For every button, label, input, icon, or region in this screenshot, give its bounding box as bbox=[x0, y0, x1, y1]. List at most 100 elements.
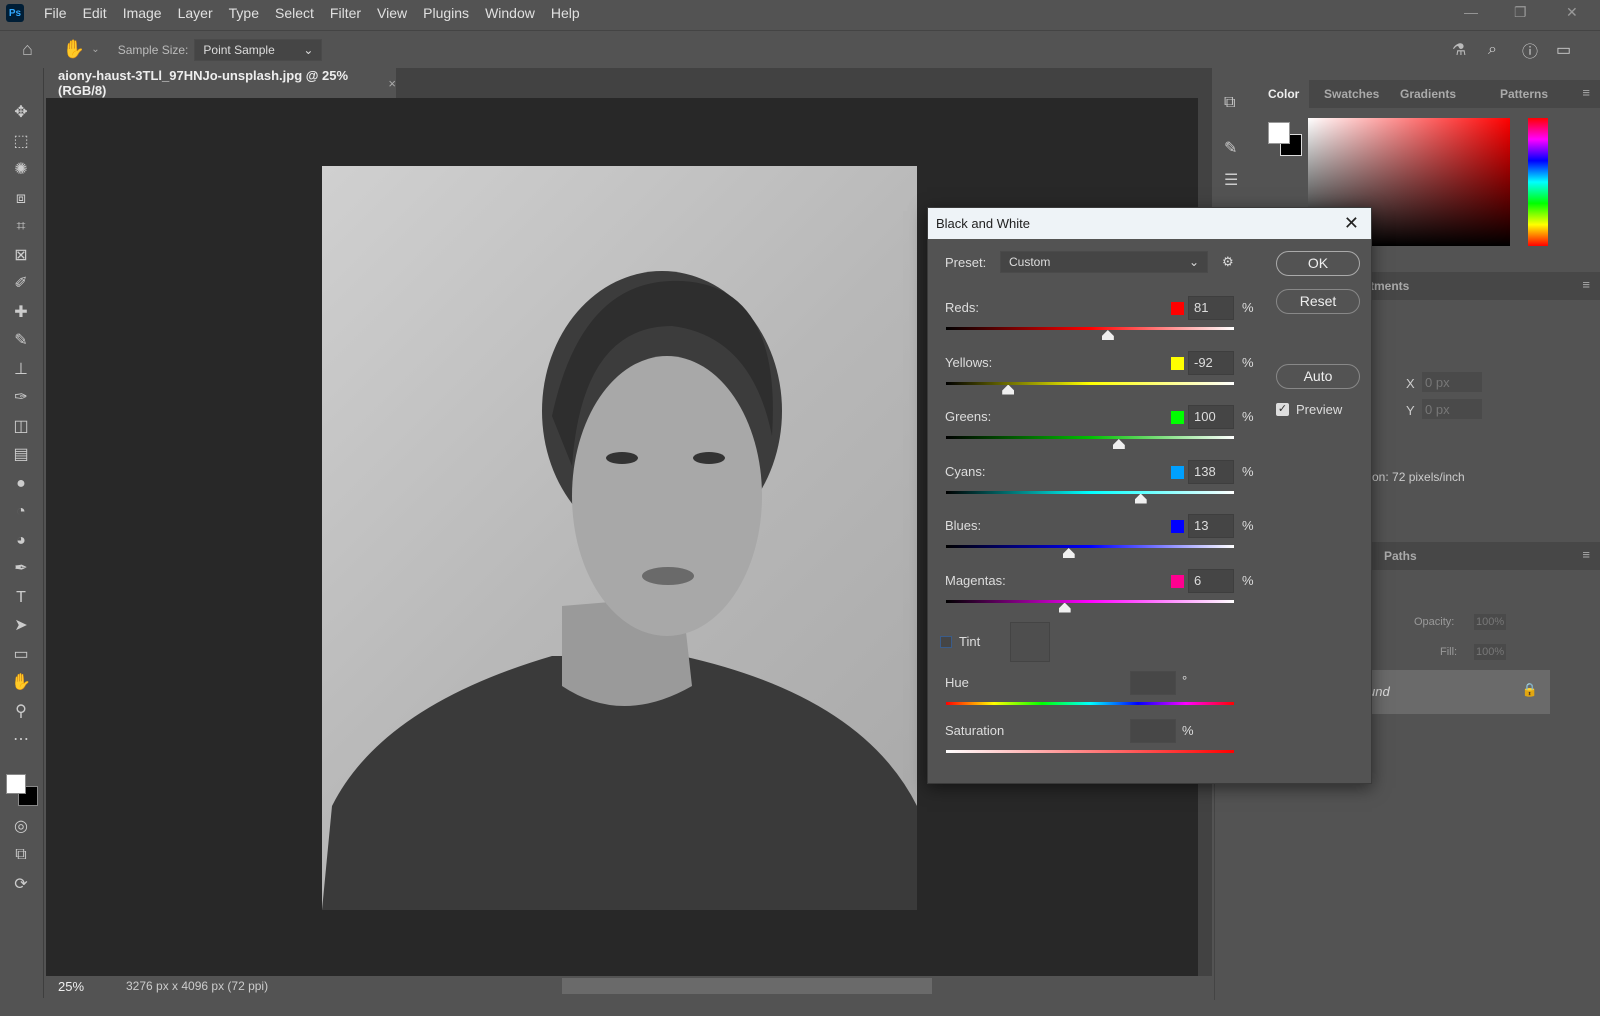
hue-slider[interactable] bbox=[1528, 118, 1548, 246]
flask-icon[interactable]: ⚗ bbox=[1452, 40, 1466, 60]
close-tab-icon[interactable]: × bbox=[388, 76, 396, 91]
tab-swatches[interactable]: Swatches bbox=[1314, 80, 1389, 108]
object-select-tool-icon[interactable]: ⧈ bbox=[10, 188, 32, 210]
magentas-value-field[interactable]: 6 bbox=[1188, 568, 1234, 593]
cyans-slider-track[interactable] bbox=[946, 490, 1234, 494]
dodge-tool-icon[interactable]: ◔ bbox=[10, 501, 32, 523]
gradient-tool-icon[interactable]: ▤ bbox=[10, 444, 32, 466]
tab-paths[interactable]: Paths bbox=[1384, 549, 1417, 563]
marquee-tool-icon[interactable]: ⬚ bbox=[10, 131, 32, 153]
smudge-tool-icon[interactable]: ◕ bbox=[10, 530, 32, 552]
rectangle-tool-icon[interactable]: ▭ bbox=[10, 644, 32, 666]
panel-menu-icon[interactable]: ≡ bbox=[1582, 547, 1590, 562]
blur-tool-icon[interactable]: ● bbox=[10, 473, 32, 495]
reds-value-field[interactable]: 81 bbox=[1188, 296, 1234, 320]
menu-plugins[interactable]: Plugins bbox=[415, 5, 477, 21]
search-icon[interactable]: ⌕ bbox=[1488, 41, 1497, 59]
crop-tool-icon[interactable]: ⌗ bbox=[10, 216, 32, 238]
layer-row[interactable]: und 🔒 bbox=[1358, 670, 1550, 714]
menu-select[interactable]: Select bbox=[267, 5, 322, 21]
share-icon[interactable]: ⟳ bbox=[10, 874, 32, 896]
restore-button[interactable]: ❐ bbox=[1514, 4, 1527, 21]
reset-button[interactable]: Reset bbox=[1276, 289, 1360, 314]
preset-select[interactable]: Custom ⌄ bbox=[1000, 251, 1208, 273]
document-image[interactable] bbox=[322, 166, 917, 910]
menu-filter[interactable]: Filter bbox=[322, 5, 369, 21]
eraser-tool-icon[interactable]: ◫ bbox=[10, 416, 32, 438]
magentas-slider-track[interactable] bbox=[946, 599, 1234, 603]
opacity-field[interactable]: 100% bbox=[1474, 614, 1507, 630]
foreground-color-swatch[interactable] bbox=[1268, 122, 1290, 144]
type-tool-icon[interactable]: T bbox=[10, 587, 32, 609]
document-tab[interactable]: aiony-haust-3TLl_97HNJo-unsplash.jpg @ 2… bbox=[46, 68, 396, 98]
yellows-slider-thumb[interactable] bbox=[1002, 384, 1015, 395]
tint-color-swatch[interactable] bbox=[1010, 622, 1050, 662]
lock-icon[interactable]: 🔒 bbox=[1522, 682, 1538, 698]
fill-field[interactable]: 100% bbox=[1474, 644, 1507, 660]
menu-type[interactable]: Type bbox=[221, 5, 267, 21]
yellows-slider-track[interactable] bbox=[946, 381, 1234, 385]
stamp-tool-icon[interactable]: ⊥ bbox=[10, 359, 32, 381]
blues-value-field[interactable]: 13 bbox=[1188, 514, 1234, 538]
help-icon[interactable]: ⓘ bbox=[1522, 38, 1538, 62]
adjust-icon[interactable]: ☰ bbox=[1224, 170, 1238, 190]
yellows-value-field[interactable]: -92 bbox=[1188, 350, 1234, 375]
tab-adjustments[interactable]: tments bbox=[1370, 279, 1409, 293]
reds-slider-track[interactable] bbox=[946, 327, 1234, 330]
menu-layer[interactable]: Layer bbox=[170, 5, 221, 21]
reds-slider-thumb[interactable] bbox=[1101, 330, 1114, 340]
menu-window[interactable]: Window bbox=[477, 5, 543, 21]
horizontal-scrollbar-thumb[interactable] bbox=[562, 978, 932, 994]
more-tool-icon[interactable]: ⋯ bbox=[10, 729, 32, 751]
hand-tool-icon[interactable]: ✋ bbox=[63, 39, 85, 60]
greens-value-field[interactable]: 100 bbox=[1188, 405, 1234, 429]
menu-image[interactable]: Image bbox=[115, 5, 170, 21]
screen-mode-icon[interactable]: ⧉ bbox=[10, 844, 32, 866]
blues-slider-track[interactable] bbox=[946, 545, 1234, 548]
sample-size-select[interactable]: Point Sample ⌄ bbox=[194, 38, 323, 61]
frame-tool-icon[interactable]: ⊠ bbox=[10, 245, 32, 267]
menu-help[interactable]: Help bbox=[543, 5, 588, 21]
blues-slider-thumb[interactable] bbox=[1062, 548, 1075, 558]
x-field[interactable]: 0 px bbox=[1422, 372, 1482, 392]
workspace-icon[interactable]: ▭ bbox=[1556, 40, 1571, 60]
hand-tool-icon[interactable]: ✋ bbox=[10, 672, 32, 694]
greens-slider-track[interactable] bbox=[946, 436, 1234, 439]
eyedropper-tool-icon[interactable]: ✐ bbox=[10, 273, 32, 295]
menu-view[interactable]: View bbox=[369, 5, 415, 21]
zoom-tool-icon[interactable]: ⚲ bbox=[10, 701, 32, 723]
gear-icon[interactable]: ⚙ bbox=[1222, 254, 1234, 270]
preview-checkbox[interactable]: ✓ bbox=[1276, 403, 1289, 416]
pen-tool-icon[interactable]: ✒ bbox=[10, 558, 32, 580]
y-field[interactable]: 0 px bbox=[1422, 399, 1482, 419]
close-window-button[interactable]: ✕ bbox=[1566, 4, 1578, 21]
tab-gradients[interactable]: Gradients bbox=[1390, 80, 1466, 108]
menu-edit[interactable]: Edit bbox=[75, 5, 115, 21]
magentas-slider-thumb[interactable] bbox=[1058, 602, 1071, 613]
history-icon[interactable]: ⧉ bbox=[1224, 94, 1235, 112]
home-icon[interactable]: ⌂ bbox=[22, 39, 33, 60]
quick-select-tool-icon[interactable]: ✺ bbox=[10, 159, 32, 181]
zoom-level[interactable]: 25% bbox=[58, 979, 84, 994]
chevron-down-icon[interactable]: ⌄ bbox=[91, 44, 99, 55]
cyans-value-field[interactable]: 138 bbox=[1188, 459, 1234, 484]
history-brush-tool-icon[interactable]: ✑ bbox=[10, 387, 32, 409]
ok-button[interactable]: OK bbox=[1276, 251, 1360, 276]
minimize-button[interactable]: — bbox=[1464, 4, 1478, 20]
cyans-slider-thumb[interactable] bbox=[1134, 493, 1147, 504]
quick-mask-icon[interactable]: ◎ bbox=[10, 816, 32, 838]
tab-patterns[interactable]: Patterns bbox=[1490, 80, 1558, 108]
move-tool-icon[interactable]: ✥ bbox=[10, 102, 32, 124]
tint-checkbox[interactable] bbox=[940, 636, 952, 648]
panel-menu-icon[interactable]: ≡ bbox=[1582, 85, 1590, 100]
greens-slider-thumb[interactable] bbox=[1112, 439, 1125, 449]
path-select-tool-icon[interactable]: ➤ bbox=[10, 615, 32, 637]
healing-tool-icon[interactable]: ✚ bbox=[10, 302, 32, 324]
auto-button[interactable]: Auto bbox=[1276, 364, 1360, 389]
menu-file[interactable]: File bbox=[36, 5, 75, 21]
panel-menu-icon[interactable]: ≡ bbox=[1582, 277, 1590, 292]
brush-tool-icon[interactable]: ✎ bbox=[10, 330, 32, 352]
tab-color[interactable]: Color bbox=[1258, 80, 1310, 108]
brush-settings-icon[interactable]: ✎ bbox=[1224, 138, 1237, 158]
fg-swatch[interactable] bbox=[6, 774, 26, 794]
